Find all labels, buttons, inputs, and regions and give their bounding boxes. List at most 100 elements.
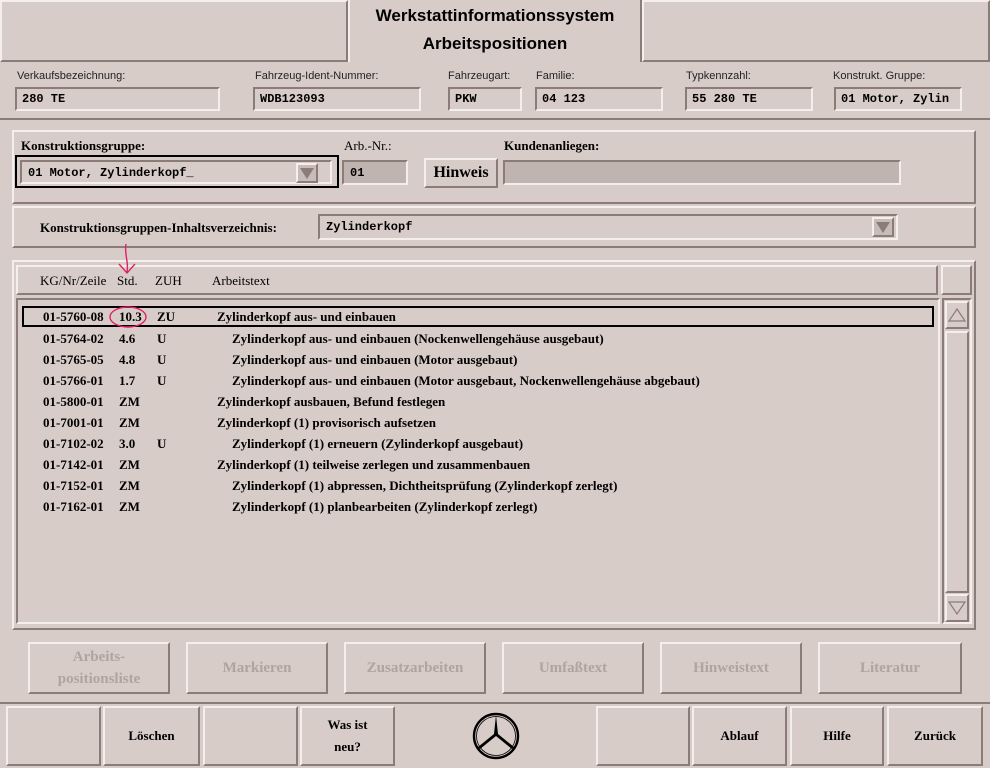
familie-label: Familie: [536,70,575,82]
fahrzeugart-label: Fahrzeugart: [448,70,511,82]
hinweis-button[interactable]: Hinweis [424,158,498,188]
table-row[interactable]: 01-5760-08 10.3 ZU Zylinderkopf aus- und… [22,306,934,327]
cell-std: ZM [119,499,140,514]
bottom-empty-button-3[interactable] [596,706,690,766]
header-zuh: ZUH [155,273,182,288]
arrow-down-icon [948,601,966,615]
hinweistext-button[interactable]: Hinweistext [660,642,802,694]
fahrzeugart-field: PKW [448,87,522,111]
cell-std: 1.7 [119,373,136,388]
contents-dropdown[interactable]: Zylinderkopf [318,214,898,240]
kundenanliegen-field[interactable] [503,160,901,185]
cell-kg: 01-5764-02 [43,331,104,346]
annotation-overlay [109,243,147,328]
cell-text: Zylinderkopf aus- und einbauen (Motor au… [232,373,700,388]
cell-zuh: U [157,436,167,451]
cell-std: 4.8 [119,352,136,367]
bottom-empty-button-1[interactable] [6,706,101,766]
cell-text: Zylinderkopf (1) teilweise zerlegen und … [217,457,531,472]
table-row[interactable]: 01-7102-02 3.0 U Zylinderkopf (1) erneue… [22,433,934,454]
konstrukt-gruppe-field: 01 Motor, Zylin [834,87,962,111]
loeschen-button[interactable]: Löschen [103,706,200,766]
cell-text: Zylinderkopf aus- und einbauen (Nockenwe… [232,331,604,346]
cell-zuh: U [157,373,167,388]
cell-kg: 01-5766-01 [43,373,104,388]
zurueck-button[interactable]: Zurück [887,706,983,766]
fin-field: WDB123093 [253,87,421,111]
typkennzahl-field: 55 280 TE [685,87,813,111]
cell-std: 4.6 [119,331,136,346]
cell-kg: 01-5760-08 [43,309,104,324]
annotation-arrow-icon [118,243,136,275]
cell-zuh: ZU [157,309,176,324]
arbeitspositionsliste-line-1: Arbeits- [72,649,126,665]
contents-label: Konstruktionsgruppen-Inhaltsverzeichnis: [40,220,277,235]
arbeitspositionsliste-line-2: positionsliste [57,671,141,687]
cell-kg: 01-7142-01 [43,457,104,472]
cell-text: Zylinderkopf ausbauen, Befund festlegen [217,394,446,409]
top-right-panel [642,0,990,62]
cell-kg: 01-7162-01 [43,499,104,514]
fin-label: Fahrzeug-Ident-Nummer: [255,70,379,82]
bottom-empty-button-2[interactable] [203,706,298,766]
cell-std: ZM [119,394,140,409]
dropdown-arrow-button[interactable] [296,163,318,183]
top-left-panel [0,0,348,62]
vertical-scrollbar[interactable] [942,298,972,624]
scroll-up-button[interactable] [945,301,969,329]
cell-std: ZM [119,415,140,430]
cell-text: Zylinderkopf aus- und einbauen [217,309,396,324]
konstruktionsgruppe-dropdown[interactable]: 01 Motor, Zylinderkopf_ [15,155,339,188]
hilfe-button[interactable]: Hilfe [790,706,884,766]
table-row[interactable]: 01-7152-01 ZM Zylinderkopf (1) abpressen… [22,475,934,496]
header-arbeitstext: Arbeitstext [212,273,270,288]
cell-std: ZM [119,457,140,472]
literatur-button[interactable]: Literatur [818,642,962,694]
table-row[interactable]: 01-5766-01 1.7 U Zylinderkopf aus- und e… [22,370,934,391]
was-ist-neu-button[interactable]: Was ist neu? [300,706,395,766]
cell-kg: 01-7152-01 [43,478,104,493]
cell-zuh: U [157,352,167,367]
contents-dropdown-arrow[interactable] [872,217,894,237]
kundenanliegen-label: Kundenanliegen: [504,138,600,153]
cell-kg: 01-5800-01 [43,394,104,409]
scroll-thumb[interactable] [945,331,969,593]
cell-text: Zylinderkopf (1) erneuern (Zylinderkopf … [232,436,524,451]
cell-text: Zylinderkopf aus- und einbauen (Motor au… [232,352,518,367]
arbnr-field[interactable]: 01 [342,160,408,185]
cell-zuh: U [157,331,167,346]
mercedes-star-icon [472,712,520,760]
konstruktionsgruppe-value: 01 Motor, Zylinderkopf_ [20,160,332,184]
table-row[interactable]: 01-5765-05 4.8 U Zylinderkopf aus- und e… [22,349,934,370]
verkauf-field: 280 TE [15,87,220,111]
table-row[interactable]: 01-7001-01 ZM Zylinderkopf (1) provisori… [22,412,934,433]
arbnr-label: Arb.-Nr.: [344,138,392,153]
arrow-up-icon [948,308,966,322]
arbeitspositionsliste-button[interactable]: Arbeits- positionsliste [28,642,170,694]
table-row[interactable]: 01-7162-01 ZM Zylinderkopf (1) planbearb… [22,496,934,517]
header-kg: KG/Nr/Zeile [40,273,107,288]
table-row[interactable]: 01-5800-01 ZM Zylinderkopf ausbauen, Bef… [22,391,934,412]
cell-std: ZM [119,478,140,493]
scroll-down-button[interactable] [945,594,969,622]
ablauf-button[interactable]: Ablauf [692,706,787,766]
table-row[interactable]: 01-5764-02 4.6 U Zylinderkopf aus- und e… [22,328,934,349]
title-line-1: Werkstattinformationssystem [375,6,615,25]
markieren-button[interactable]: Markieren [186,642,328,694]
table-row[interactable]: 01-7142-01 ZM Zylinderkopf (1) teilweise… [22,454,934,475]
cell-std: 3.0 [119,436,136,451]
konstruktionsgruppe-label: Konstruktionsgruppe: [21,138,146,153]
header-corner [941,265,972,295]
verkauf-label: Verkaufsbezeichnung: [17,70,126,82]
was-ist-neu-line-2: neu? [334,739,361,754]
familie-field: 04 123 [535,87,663,111]
was-ist-neu-line-1: Was ist [327,717,368,732]
chevron-down-icon [300,167,314,179]
cell-text: Zylinderkopf (1) abpressen, Dichtheitspr… [232,478,618,493]
konstrukt-gruppe-label: Konstrukt. Gruppe: [833,70,926,82]
cell-kg: 01-7102-02 [43,436,104,451]
page-title: Werkstattinformationssystem Arbeitsposit… [348,0,642,62]
umfasstext-button[interactable]: Umfaßtext [502,642,644,694]
cell-kg: 01-5765-05 [43,352,104,367]
zusatzarbeiten-button[interactable]: Zusatzarbeiten [344,642,486,694]
